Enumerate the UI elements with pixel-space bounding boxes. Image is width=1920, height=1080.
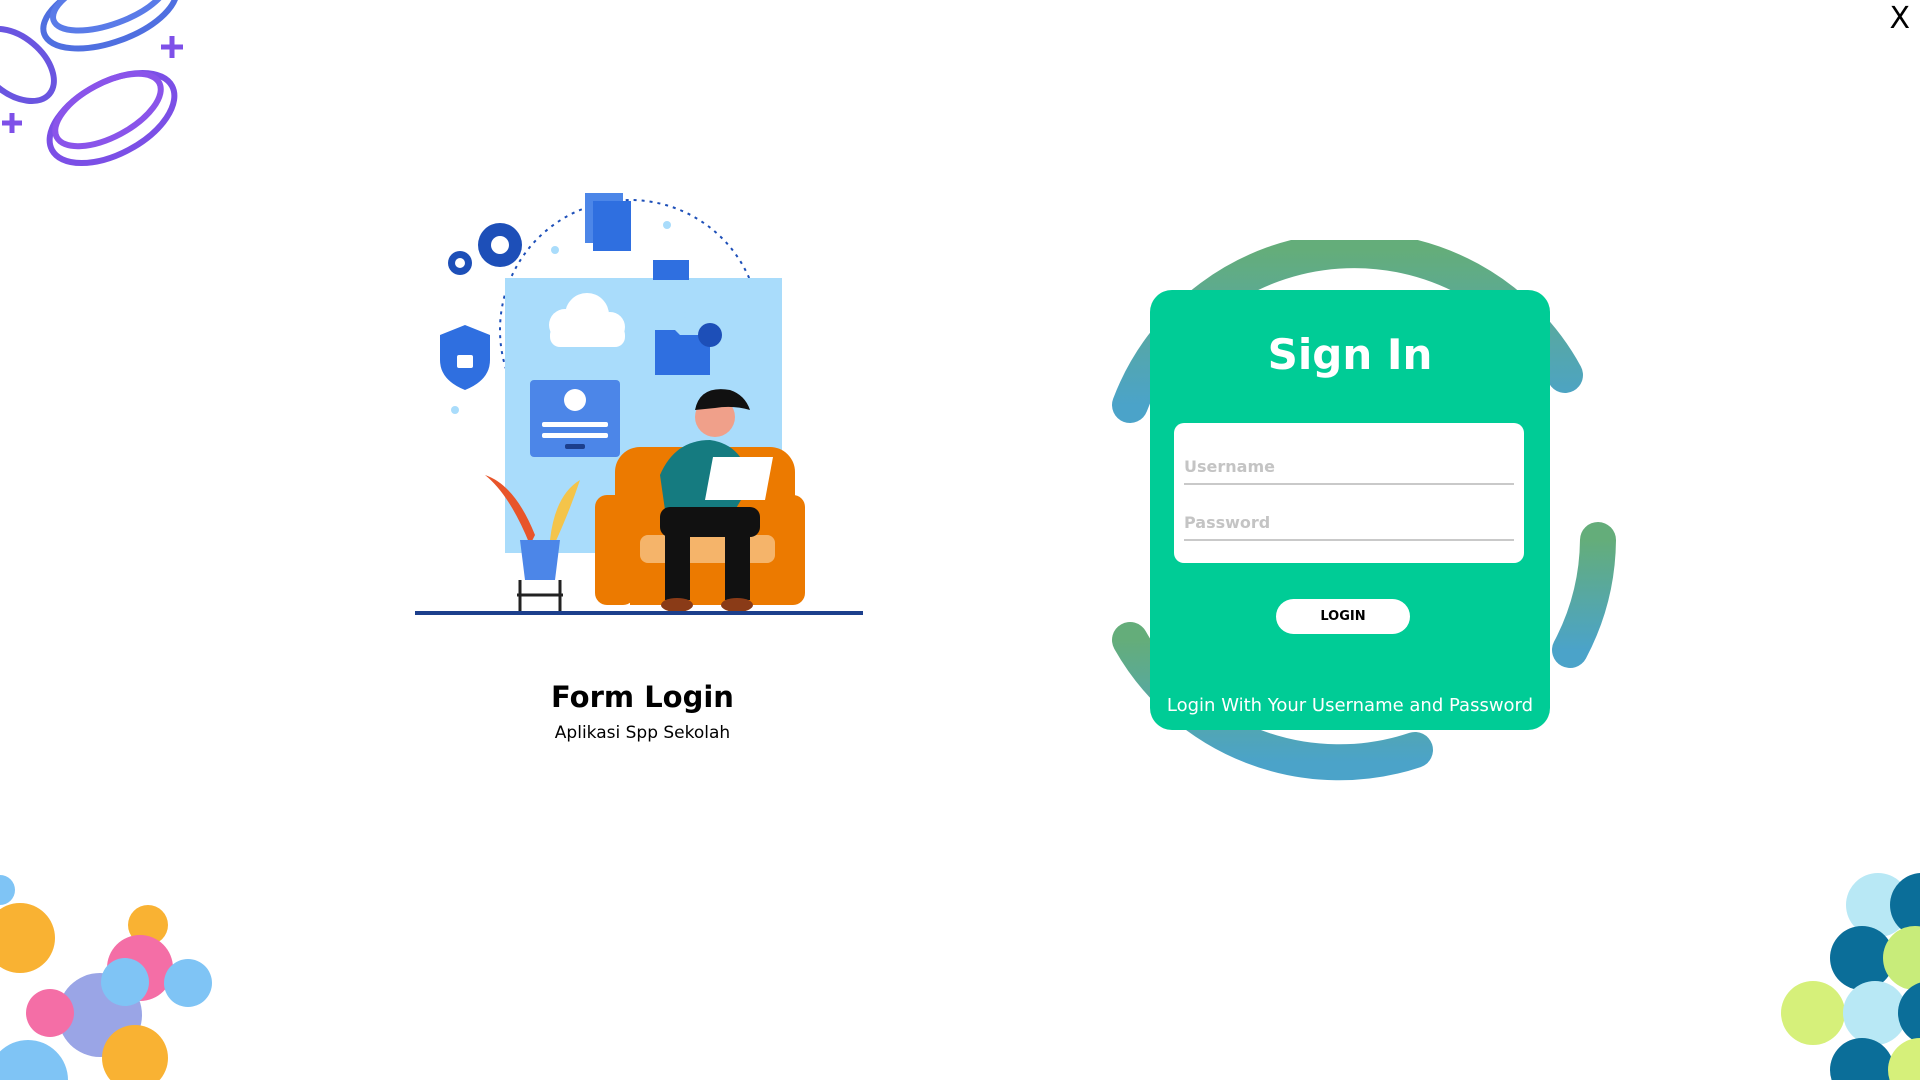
login-card: Sign In LOGIN Login With Your Username a… <box>1150 290 1550 730</box>
login-illustration <box>415 193 863 615</box>
brand-subtitle: Aplikasi Spp Sekolah <box>554 723 731 743</box>
coins-decoration <box>0 0 183 167</box>
login-footer-text: Login With Your Username and Password <box>1166 695 1534 716</box>
brand-title: Form Login <box>551 680 734 714</box>
close-button[interactable]: X <box>1889 4 1910 34</box>
bubbles-decoration <box>0 875 212 1080</box>
username-input[interactable] <box>1184 449 1514 485</box>
login-title: Sign In <box>1267 330 1433 379</box>
password-input[interactable] <box>1184 505 1514 541</box>
circles-decoration <box>1781 873 1920 1080</box>
login-form <box>1174 423 1524 563</box>
login-button[interactable]: LOGIN <box>1276 599 1410 634</box>
